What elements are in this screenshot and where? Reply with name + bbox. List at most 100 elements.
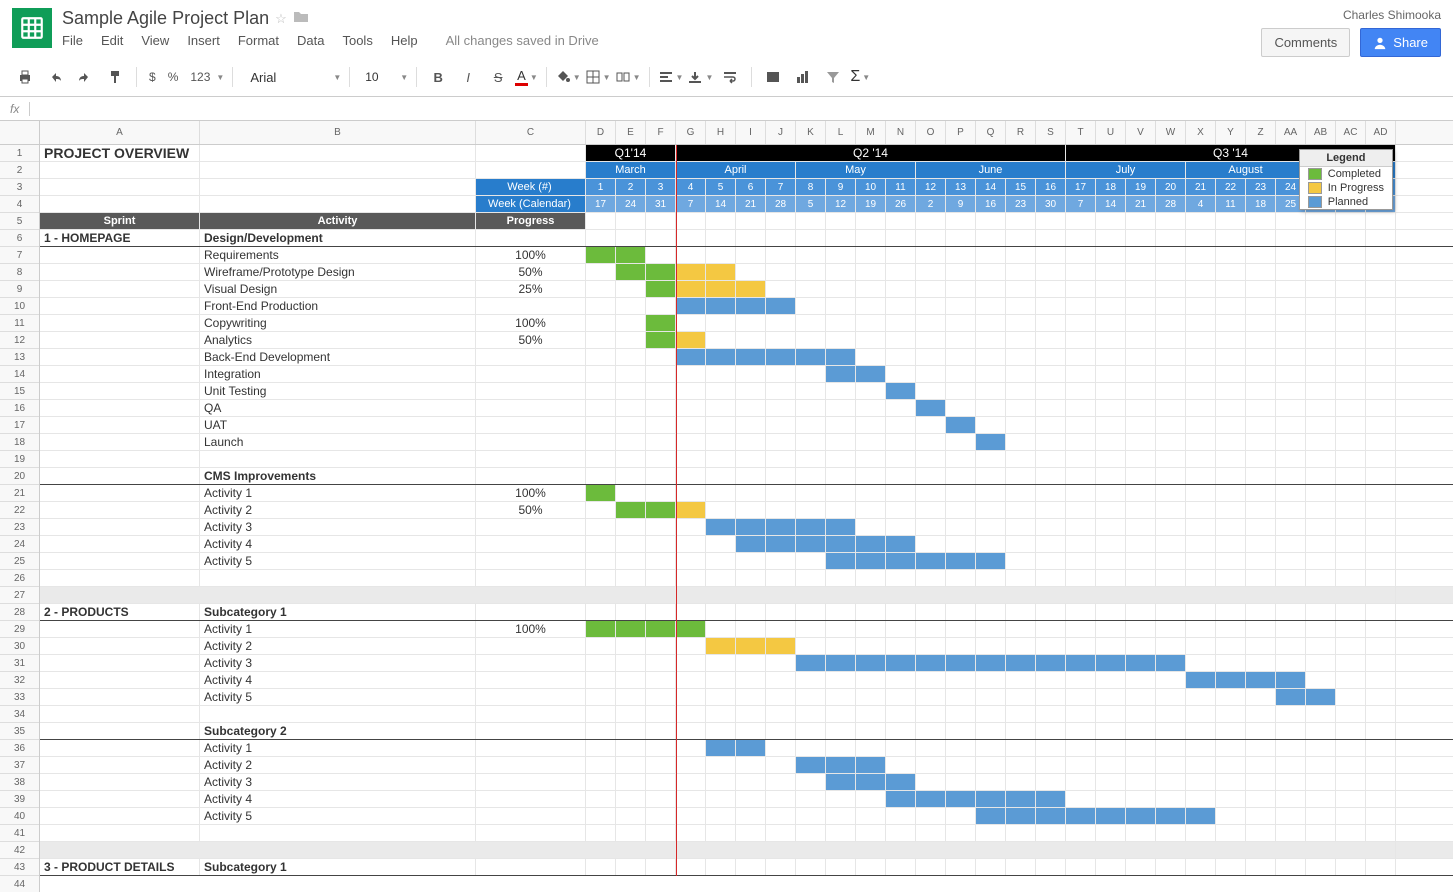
- activity-cell[interactable]: Subcategory 1: [200, 604, 476, 620]
- row-header-1[interactable]: 1: [0, 145, 39, 162]
- activity-cell[interactable]: Requirements: [200, 247, 476, 263]
- sprint-cell[interactable]: [40, 400, 200, 416]
- activity-cell[interactable]: Activity 2: [200, 638, 476, 654]
- bold-button[interactable]: B: [425, 64, 451, 90]
- progress-cell[interactable]: [476, 434, 586, 450]
- gantt-bar[interactable]: [736, 298, 766, 314]
- gantt-bar[interactable]: [676, 502, 706, 518]
- gantt-bar[interactable]: [1006, 655, 1036, 671]
- activity-cell[interactable]: Design/Development: [200, 230, 476, 246]
- gantt-bar[interactable]: [826, 757, 856, 773]
- col-header-O[interactable]: O: [916, 121, 946, 144]
- merge-button[interactable]: ▼: [615, 69, 641, 85]
- gantt-bar[interactable]: [676, 332, 706, 348]
- row-header-12[interactable]: 12: [0, 332, 39, 349]
- activity-cell[interactable]: Unit Testing: [200, 383, 476, 399]
- sprint-cell[interactable]: [40, 485, 200, 501]
- col-header-Y[interactable]: Y: [1216, 121, 1246, 144]
- undo-button[interactable]: [42, 64, 68, 90]
- row-header-36[interactable]: 36: [0, 740, 39, 757]
- wrap-button[interactable]: [717, 64, 743, 90]
- row-header-18[interactable]: 18: [0, 434, 39, 451]
- activity-cell[interactable]: Activity 4: [200, 536, 476, 552]
- progress-cell[interactable]: 50%: [476, 502, 586, 518]
- gantt-bar[interactable]: [586, 621, 616, 637]
- menu-edit[interactable]: Edit: [101, 33, 123, 48]
- gantt-bar[interactable]: [1096, 808, 1126, 824]
- progress-cell[interactable]: [476, 400, 586, 416]
- progress-cell[interactable]: [476, 570, 586, 586]
- gantt-bar[interactable]: [1036, 808, 1066, 824]
- activity-cell[interactable]: Subcategory 2: [200, 723, 476, 739]
- gantt-bar[interactable]: [796, 519, 826, 535]
- col-header-N[interactable]: N: [886, 121, 916, 144]
- row-header-5[interactable]: 5: [0, 213, 39, 230]
- row-header-28[interactable]: 28: [0, 604, 39, 621]
- sheets-logo[interactable]: [12, 8, 52, 48]
- col-header-W[interactable]: W: [1156, 121, 1186, 144]
- borders-button[interactable]: ▼: [585, 69, 611, 85]
- progress-cell[interactable]: 25%: [476, 281, 586, 297]
- gantt-bar[interactable]: [616, 264, 646, 280]
- gantt-bar[interactable]: [1276, 689, 1306, 705]
- col-header-Z[interactable]: Z: [1246, 121, 1276, 144]
- activity-cell[interactable]: Activity 2: [200, 757, 476, 773]
- filter-button[interactable]: [820, 64, 846, 90]
- gantt-bar[interactable]: [796, 536, 826, 552]
- menu-help[interactable]: Help: [391, 33, 418, 48]
- row-header-25[interactable]: 25: [0, 553, 39, 570]
- gantt-bar[interactable]: [1306, 689, 1336, 705]
- col-header-X[interactable]: X: [1186, 121, 1216, 144]
- col-header-A[interactable]: A: [40, 121, 200, 144]
- gantt-bar[interactable]: [766, 349, 796, 365]
- sprint-cell[interactable]: [40, 553, 200, 569]
- row-header-27[interactable]: 27: [0, 587, 39, 604]
- user-name[interactable]: Charles Shimooka: [1343, 8, 1441, 22]
- progress-cell[interactable]: 100%: [476, 247, 586, 263]
- activity-cell[interactable]: QA: [200, 400, 476, 416]
- sprint-cell[interactable]: [40, 825, 200, 841]
- row-header-22[interactable]: 22: [0, 502, 39, 519]
- row-header-33[interactable]: 33: [0, 689, 39, 706]
- row-header-17[interactable]: 17: [0, 417, 39, 434]
- sprint-cell[interactable]: [40, 672, 200, 688]
- gantt-bar[interactable]: [676, 621, 706, 637]
- col-header-AA[interactable]: AA: [1276, 121, 1306, 144]
- row-header-23[interactable]: 23: [0, 519, 39, 536]
- gantt-bar[interactable]: [766, 519, 796, 535]
- col-header-I[interactable]: I: [736, 121, 766, 144]
- gantt-bar[interactable]: [856, 655, 886, 671]
- gantt-bar[interactable]: [976, 791, 1006, 807]
- col-header-U[interactable]: U: [1096, 121, 1126, 144]
- activity-cell[interactable]: Activity 1: [200, 621, 476, 637]
- gantt-bar[interactable]: [706, 638, 736, 654]
- gantt-bar[interactable]: [586, 247, 616, 263]
- gantt-bar[interactable]: [1066, 808, 1096, 824]
- formula-input[interactable]: [30, 101, 1453, 116]
- progress-cell[interactable]: [476, 859, 586, 875]
- gantt-bar[interactable]: [826, 519, 856, 535]
- activity-cell[interactable]: Activity 5: [200, 689, 476, 705]
- progress-cell[interactable]: [476, 468, 586, 484]
- gantt-bar[interactable]: [826, 366, 856, 382]
- gantt-bar[interactable]: [1156, 655, 1186, 671]
- font-size-select[interactable]: 10▼: [358, 67, 408, 87]
- progress-cell[interactable]: 50%: [476, 332, 586, 348]
- row-header-11[interactable]: 11: [0, 315, 39, 332]
- gantt-bar[interactable]: [886, 536, 916, 552]
- progress-cell[interactable]: [476, 366, 586, 382]
- activity-cell[interactable]: Activity 3: [200, 655, 476, 671]
- gantt-bar[interactable]: [736, 349, 766, 365]
- gantt-bar[interactable]: [616, 247, 646, 263]
- gantt-bar[interactable]: [796, 349, 826, 365]
- gantt-bar[interactable]: [826, 536, 856, 552]
- row-header-35[interactable]: 35: [0, 723, 39, 740]
- gantt-bar[interactable]: [946, 553, 976, 569]
- sprint-cell[interactable]: [40, 519, 200, 535]
- progress-cell[interactable]: [476, 774, 586, 790]
- gantt-bar[interactable]: [976, 655, 1006, 671]
- insert-chart-button[interactable]: [790, 64, 816, 90]
- activity-cell[interactable]: Wireframe/Prototype Design: [200, 264, 476, 280]
- activity-cell[interactable]: Activity 3: [200, 519, 476, 535]
- gantt-bar[interactable]: [886, 791, 916, 807]
